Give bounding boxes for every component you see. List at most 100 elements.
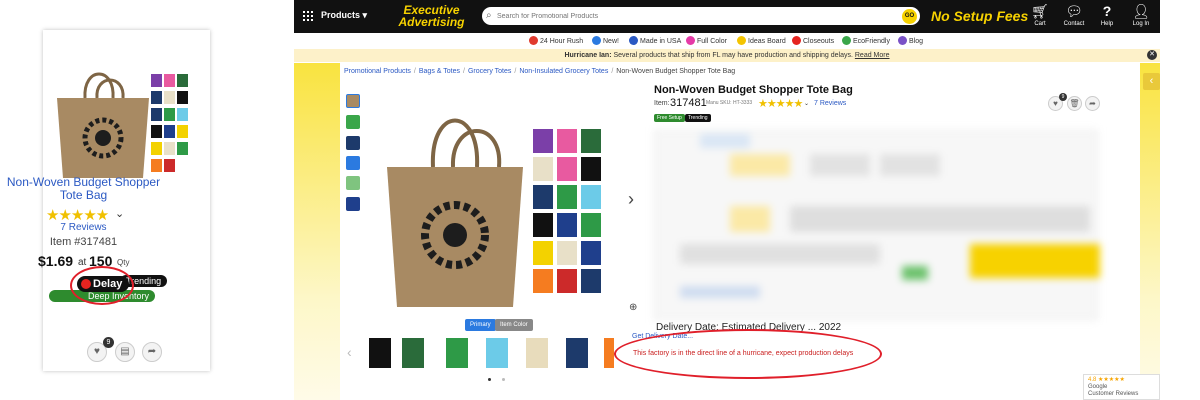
leaf-icon (842, 36, 851, 45)
login-button[interactable]: 👤︎ Log In (1125, 3, 1157, 27)
notice-read-more-link[interactable]: Read More (855, 52, 890, 59)
subnav-blog[interactable]: Blog (898, 36, 923, 45)
subnav-closeouts[interactable]: Closeouts (792, 36, 834, 45)
subnav-label: Blog (909, 38, 924, 45)
wishlist-count: 9 (103, 337, 114, 348)
breadcrumb-current: Non-Woven Budget Shopper Tote Bag (616, 68, 736, 75)
main-product-image[interactable] (385, 97, 625, 312)
lightbulb-icon (737, 36, 746, 45)
color-swatch[interactable] (446, 338, 468, 368)
item-number: 317481 (670, 97, 707, 109)
grid-menu-icon[interactable] (303, 11, 313, 21)
zoom-icon[interactable]: ⊕ (629, 302, 637, 313)
breadcrumb-item[interactable]: Grocery Totes (468, 68, 511, 75)
gallery-thumbnail[interactable] (346, 197, 360, 211)
tag-icon (792, 36, 801, 45)
products-menu-button[interactable]: Products ▾ (321, 10, 367, 21)
right-yellow-band (1140, 63, 1160, 400)
cart-icon: 🛒︎ (1031, 3, 1049, 19)
subnav-24-hour-rush[interactable]: 24 Hour Rush (529, 36, 583, 45)
google-reviews-label: Customer Reviews (1088, 391, 1139, 397)
google-rating: 4.8 ★★★★★ (1088, 377, 1125, 383)
color-swatch[interactable] (604, 338, 614, 368)
search-go-button[interactable]: GO (902, 9, 917, 24)
site-logo[interactable]: Executive Advertising (394, 4, 469, 30)
left-yellow-band (294, 63, 340, 400)
gallery-thumbnail[interactable] (346, 94, 360, 108)
wishlist-count: 9 (1059, 93, 1067, 101)
cart-label: Cart (1034, 21, 1046, 27)
subnav-full-color[interactable]: Full Color (686, 36, 727, 45)
gallery-thumbnail[interactable] (346, 156, 360, 170)
trash-icon[interactable]: 🗑︎ (1067, 96, 1082, 111)
contact-label: Contact (1063, 21, 1085, 27)
chevron-right-icon[interactable]: › (628, 189, 634, 210)
help-icon: ? (1102, 3, 1112, 19)
rating-stars: ★★★★★ (758, 98, 803, 110)
trending-tag: Trending (685, 114, 711, 122)
subnav-label: Full Color (697, 38, 727, 45)
free-setup-tag: Free Setup (654, 114, 685, 122)
search-input[interactable] (497, 8, 897, 24)
subnav-label: Made in USA (640, 38, 682, 45)
subnav-made-in-usa[interactable]: Made in USA (629, 36, 681, 45)
page-title: Non-Woven Budget Shopper Tote Bag (654, 84, 853, 96)
clipboard-icon[interactable]: ▤ (115, 342, 135, 362)
help-label: Help (1100, 21, 1114, 27)
breadcrumb-item[interactable]: Promotional Products (344, 68, 411, 75)
subnav-ideas-board[interactable]: Ideas Board (737, 36, 786, 45)
gallery-thumbnail[interactable] (346, 136, 360, 150)
annotation-circle (70, 266, 134, 305)
notice-prefix: Hurricane Ian: (564, 52, 612, 59)
item-color-view-button[interactable]: Item Color (495, 319, 533, 331)
breadcrumb: Promotional Products / Bags & Totes / Grocer… (344, 68, 736, 75)
chevron-left-icon[interactable]: ‹ (347, 344, 352, 360)
card-price-at: at (78, 257, 87, 268)
google-brand: Google (1088, 384, 1108, 390)
chevron-down-icon[interactable]: ⌄ (804, 100, 809, 107)
breadcrumb-item[interactable]: Bags & Totes (419, 68, 460, 75)
color-swatch[interactable] (402, 338, 424, 368)
color-swatch[interactable] (566, 338, 588, 368)
item-label: Item: (654, 100, 670, 107)
annotation-circle (614, 329, 882, 379)
contact-icon: 💬︎ (1065, 3, 1083, 19)
cart-button[interactable]: 🛒︎ Cart (1024, 3, 1056, 27)
primary-view-button[interactable]: Primary (465, 319, 496, 331)
card-product-title[interactable]: Non-Woven Budget Shopper Tote Bag (0, 176, 167, 202)
login-label: Log In (1132, 21, 1150, 27)
search-icon: ⌕ (486, 10, 492, 21)
palette-icon (686, 36, 695, 45)
subnav-label: 24 Hour Rush (540, 38, 584, 45)
clock-icon (529, 36, 538, 45)
carousel-dot[interactable] (502, 378, 505, 381)
logo-line-2: Advertising (398, 15, 465, 29)
subnav-label: EcoFriendly (853, 38, 890, 45)
blurred-pricing-area (650, 126, 1105, 326)
help-button[interactable]: ? Help (1091, 3, 1123, 27)
subnav-ecofriendly[interactable]: EcoFriendly (842, 36, 890, 45)
card-reviews-link[interactable]: 7 Reviews (0, 222, 167, 233)
contact-button[interactable]: 💬︎ Contact (1058, 3, 1090, 27)
share-icon[interactable]: ➦ (142, 342, 162, 362)
color-swatch[interactable] (369, 338, 391, 368)
chevron-left-icon[interactable]: ‹ (1143, 73, 1160, 90)
subnav-label: Closeouts (803, 38, 835, 45)
card-product-image[interactable] (53, 60, 199, 185)
hurricane-notice-bar: Hurricane Ian: Several products that shi… (294, 49, 1160, 62)
google-reviews-badge[interactable]: 4.8 ★★★★★ Google Customer Reviews (1083, 374, 1160, 400)
gallery-thumbnail[interactable] (346, 115, 360, 129)
close-icon[interactable]: ✕ (1147, 50, 1157, 60)
card-item-number: Item #317481 (49, 236, 118, 248)
subnav-new[interactable]: New! (592, 36, 619, 45)
carousel-dot-active[interactable] (488, 378, 491, 381)
no-setup-fees-promo[interactable]: No Setup Fees (931, 8, 1028, 24)
card-qty-label: Qty (117, 258, 130, 267)
gallery-thumbnail[interactable] (346, 176, 360, 190)
share-icon[interactable]: ➦ (1085, 96, 1100, 111)
reviews-link[interactable]: 7 Reviews (814, 100, 846, 107)
chevron-down-icon[interactable]: ⌄ (115, 207, 124, 220)
color-swatch[interactable] (486, 338, 508, 368)
breadcrumb-item[interactable]: Non-Insulated Grocery Totes (519, 68, 608, 75)
color-swatch[interactable] (526, 338, 548, 368)
